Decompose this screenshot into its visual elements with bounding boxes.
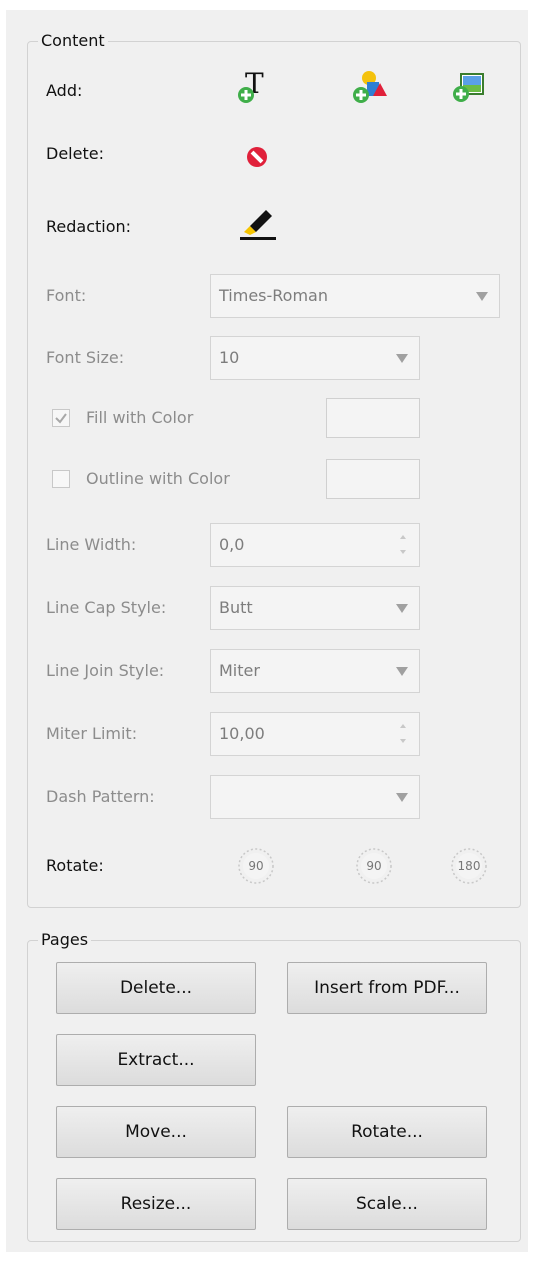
rotate-dial-3-value: 180 bbox=[457, 859, 481, 873]
outline-checkbox[interactable] bbox=[52, 470, 70, 488]
line-join-label: Line Join Style: bbox=[46, 661, 165, 680]
checkmark-icon bbox=[55, 413, 67, 424]
font-select-value: Times-Roman bbox=[219, 286, 328, 305]
delete-icon[interactable] bbox=[246, 146, 268, 172]
chevron-down-icon bbox=[396, 793, 408, 802]
properties-panel: Content Add: T Delete: Redaction: Font: … bbox=[6, 10, 528, 1252]
font-select[interactable]: Times-Roman bbox=[210, 274, 500, 318]
fill-label: Fill with Color bbox=[86, 408, 194, 427]
miter-limit-label: Miter Limit: bbox=[46, 724, 138, 743]
insert-from-pdf-button[interactable]: Insert from PDF... bbox=[287, 962, 487, 1014]
extract-pages-button[interactable]: Extract... bbox=[56, 1034, 256, 1086]
dash-pattern-select[interactable] bbox=[210, 775, 420, 819]
line-width-label: Line Width: bbox=[46, 535, 137, 554]
dash-pattern-label: Dash Pattern: bbox=[46, 787, 155, 806]
redaction-marker-icon[interactable] bbox=[236, 204, 280, 248]
rotate-dial-1-value: 90 bbox=[248, 859, 264, 873]
fill-checkbox[interactable] bbox=[52, 409, 70, 427]
add-label: Add: bbox=[46, 81, 83, 100]
line-width-spinbox[interactable]: 0,0 bbox=[210, 523, 420, 567]
chevron-down-icon bbox=[396, 667, 408, 676]
miter-limit-value: 10,00 bbox=[219, 724, 265, 743]
add-shape-icon[interactable] bbox=[350, 68, 390, 112]
add-text-icon[interactable]: T bbox=[236, 66, 276, 110]
rotate-dial-1[interactable]: 90 bbox=[236, 846, 276, 886]
font-size-select-value: 10 bbox=[219, 348, 240, 367]
resize-pages-button[interactable]: Resize... bbox=[56, 1178, 256, 1230]
line-width-value: 0,0 bbox=[219, 535, 245, 554]
delete-pages-button[interactable]: Delete... bbox=[56, 962, 256, 1014]
line-cap-value: Butt bbox=[219, 598, 253, 617]
line-join-select[interactable]: Miter bbox=[210, 649, 420, 693]
spin-up-icon[interactable] bbox=[400, 724, 406, 728]
fill-color-swatch[interactable] bbox=[326, 398, 420, 438]
line-cap-label: Line Cap Style: bbox=[46, 598, 167, 617]
miter-limit-spinbox[interactable]: 10,00 bbox=[210, 712, 420, 756]
rotate-label: Rotate: bbox=[46, 856, 104, 875]
outline-label: Outline with Color bbox=[86, 469, 230, 488]
rotate-dial-3[interactable]: 180 bbox=[449, 846, 489, 886]
rotate-pages-button[interactable]: Rotate... bbox=[287, 1106, 487, 1158]
rotate-dial-2[interactable]: 90 bbox=[354, 846, 394, 886]
outline-color-swatch[interactable] bbox=[326, 459, 420, 499]
font-size-label: Font Size: bbox=[46, 348, 125, 367]
delete-label: Delete: bbox=[46, 144, 104, 163]
spin-down-icon[interactable] bbox=[400, 550, 406, 554]
font-label: Font: bbox=[46, 286, 87, 305]
chevron-down-icon bbox=[396, 604, 408, 613]
spin-down-icon[interactable] bbox=[400, 739, 406, 743]
font-size-select[interactable]: 10 bbox=[210, 336, 420, 380]
add-image-icon[interactable] bbox=[449, 68, 489, 112]
chevron-down-icon bbox=[476, 292, 488, 301]
scale-pages-button[interactable]: Scale... bbox=[287, 1178, 487, 1230]
redaction-label: Redaction: bbox=[46, 217, 132, 236]
chevron-down-icon bbox=[396, 354, 408, 363]
spin-up-icon[interactable] bbox=[400, 535, 406, 539]
pages-group-title: Pages bbox=[41, 930, 89, 949]
content-group-title: Content bbox=[41, 31, 105, 50]
line-join-value: Miter bbox=[219, 661, 260, 680]
move-pages-button[interactable]: Move... bbox=[56, 1106, 256, 1158]
rotate-dial-2-value: 90 bbox=[366, 859, 382, 873]
line-cap-select[interactable]: Butt bbox=[210, 586, 420, 630]
